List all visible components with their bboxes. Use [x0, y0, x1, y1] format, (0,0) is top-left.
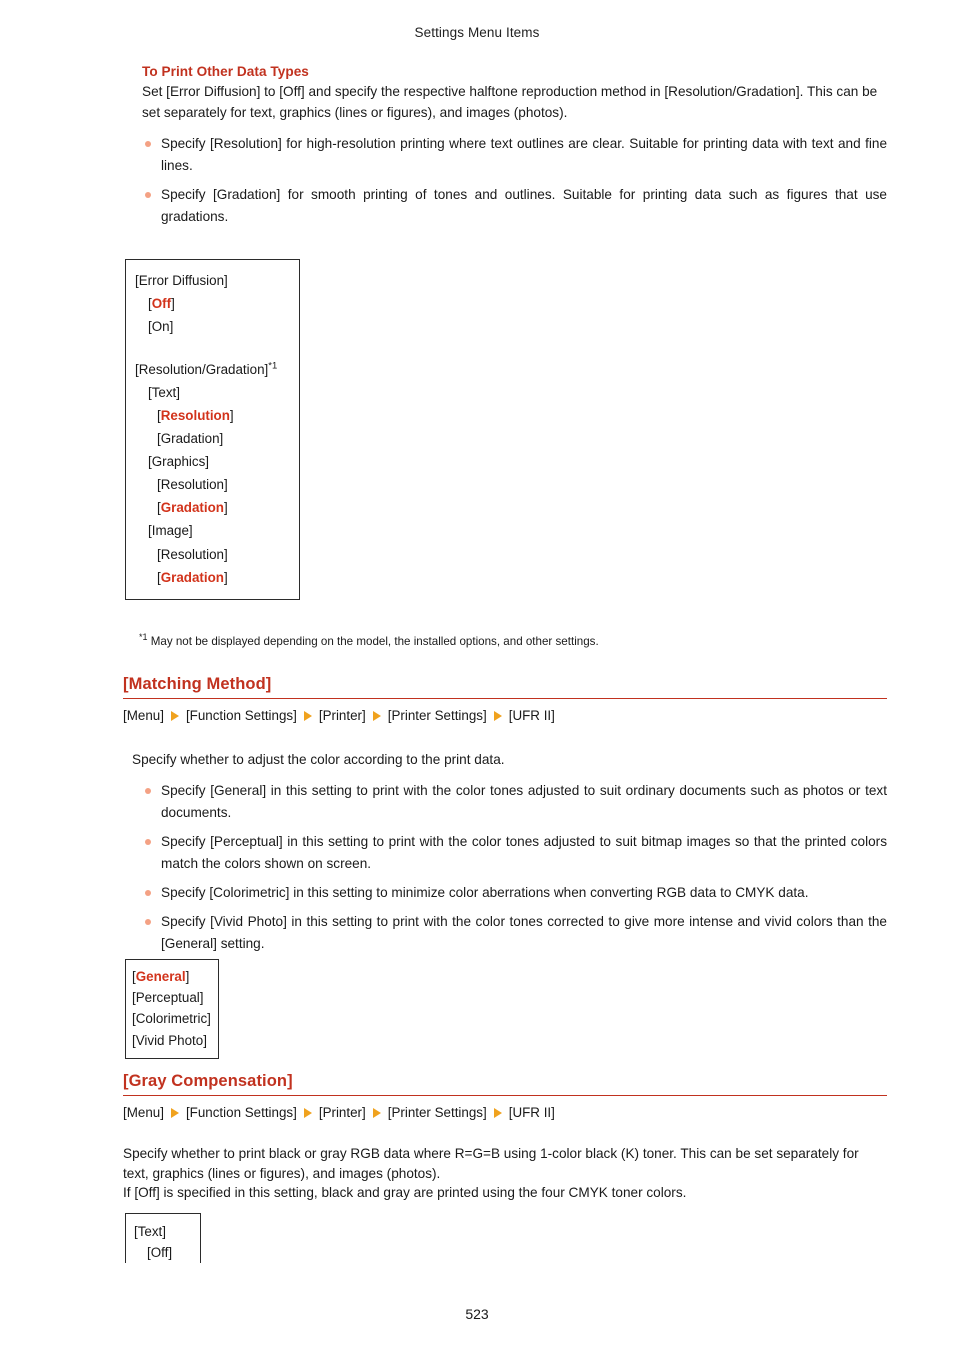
- list-item-text: Specify [Colorimetric] in this setting t…: [161, 884, 809, 900]
- option-box-error-diffusion-wrap: [Error Diffusion] [Off] [On] [Resolution…: [125, 259, 300, 600]
- option-box-matching-method: [General] [Perceptual] [Colorimetric] [V…: [125, 959, 219, 1059]
- list-item: Specify [General] in this setting to pri…: [123, 780, 887, 824]
- list-item: Specify [Vivid Photo] in this setting to…: [123, 911, 887, 955]
- chevron-right-icon: [170, 1108, 179, 1118]
- breadcrumb-item-function-settings[interactable]: [Function Settings]: [186, 708, 297, 723]
- option-line: [Gradation]: [157, 431, 224, 447]
- option-line: [General]: [132, 969, 190, 984]
- breadcrumb-item-printer[interactable]: [Printer]: [319, 1105, 366, 1120]
- breadcrumb-item-function-settings[interactable]: [Function Settings]: [186, 1105, 297, 1120]
- option-line: [Gradation]: [157, 500, 228, 516]
- bullet-dot-icon: [145, 141, 151, 148]
- page-title-matching-method: [Matching Method]: [123, 675, 272, 693]
- section-divider: [123, 698, 887, 699]
- section-print-other-data-types: To Print Other Data Types Set [Error Dif…: [123, 64, 887, 228]
- option-box-error-diffusion: [Error Diffusion] [Off] [On] [Resolution…: [125, 259, 300, 600]
- breadcrumb-item-ufr-ii[interactable]: [UFR II]: [509, 708, 555, 723]
- chevron-right-icon: [493, 711, 502, 721]
- section-divider: [123, 1095, 887, 1096]
- option-line: [Off]: [148, 296, 175, 312]
- option-line: [Error Diffusion]: [135, 273, 228, 288]
- option-line: [Graphics]: [148, 454, 210, 470]
- paragraph-gray-compensation-1: Specify whether to print black or gray R…: [123, 1146, 859, 1181]
- bullet-dot-icon: [145, 192, 151, 199]
- section-gray-compensation: [Gray Compensation] [Menu] [Function Set…: [123, 1072, 887, 1203]
- option-box-gray-compensation: [Text] [Off]: [125, 1213, 201, 1263]
- option-line: [Off]: [147, 1245, 173, 1261]
- list-item: Specify [Colorimetric] in this setting t…: [123, 882, 887, 904]
- option-line: [Image]: [148, 523, 193, 539]
- list-item-text: Specify [Vivid Photo] in this setting to…: [161, 913, 887, 951]
- breadcrumb-item-printer-settings[interactable]: [Printer Settings]: [388, 1105, 487, 1120]
- footnote-marker: *1: [139, 632, 148, 643]
- option-default-value: Gradation: [160, 569, 224, 585]
- chevron-right-icon: [372, 711, 381, 721]
- list-item-text: Specify [Gradation] for smooth printing …: [161, 187, 887, 225]
- chevron-right-icon: [303, 711, 312, 721]
- section-matching-method: [Matching Method] [Menu] [Function Setti…: [123, 675, 887, 955]
- running-header-title: Settings Menu Items: [414, 25, 540, 40]
- bullet-dot-icon: [145, 918, 151, 925]
- option-line: [Gradation]: [157, 569, 228, 585]
- bullet-dot-icon: [145, 838, 151, 845]
- list-item-text: Specify [Resolution] for high-resolution…: [161, 136, 887, 174]
- breadcrumb-item-printer-settings[interactable]: [Printer Settings]: [388, 708, 487, 723]
- list-item: Specify [Gradation] for smooth printing …: [123, 184, 887, 228]
- option-line-spacer: [135, 338, 287, 358]
- breadcrumb-item-printer[interactable]: [Printer]: [319, 708, 366, 723]
- breadcrumb-matching-method: [Menu] [Function Settings] [Printer] [Pr…: [123, 708, 887, 723]
- bullet-dot-icon: [145, 889, 151, 896]
- footnote-text: May not be displayed depending on the mo…: [147, 635, 599, 648]
- list-item: Specify [Resolution] for high-resolution…: [123, 133, 887, 177]
- bullet-list-print-other-data-types: Specify [Resolution] for high-resolution…: [123, 133, 887, 228]
- option-line: [Resolution]: [157, 546, 228, 562]
- footnote-print-other-data-types: *1 May not be displayed depending on the…: [139, 632, 899, 648]
- breadcrumb-item-menu[interactable]: [Menu]: [123, 1105, 164, 1120]
- breadcrumb-gray-compensation: [Menu] [Function Settings] [Printer] [Pr…: [123, 1105, 887, 1120]
- option-line: [Colorimetric]: [132, 1011, 211, 1027]
- option-line: [Resolution]: [157, 408, 234, 424]
- option-line: [Text]: [134, 1224, 166, 1239]
- footnote-marker: *1: [268, 360, 278, 372]
- option-line: [Resolution]: [157, 477, 228, 493]
- option-default-value: Off: [151, 296, 172, 312]
- option-default-value: General: [135, 969, 186, 984]
- option-line: [Resolution/Gradation]*1: [135, 360, 278, 378]
- chevron-right-icon: [493, 1108, 502, 1118]
- option-box-matching-method-wrap: [General] [Perceptual] [Colorimetric] [V…: [125, 959, 219, 1059]
- list-item-text: Specify [General] in this setting to pri…: [161, 782, 887, 820]
- breadcrumb-item-ufr-ii[interactable]: [UFR II]: [509, 1105, 555, 1120]
- option-line: [Vivid Photo]: [132, 1032, 207, 1048]
- list-item: Specify [Perceptual] in this setting to …: [123, 831, 887, 875]
- option-line: [On]: [148, 319, 174, 335]
- document-page: Settings Menu Items To Print Other Data …: [0, 0, 954, 1350]
- option-default-value: Resolution: [160, 408, 230, 424]
- paragraph-gray-compensation-2: If [Off] is specified in this setting, b…: [123, 1185, 687, 1201]
- list-item-text: Specify [Perceptual] in this setting to …: [161, 833, 887, 871]
- intro-paragraph-matching-method: Specify whether to adjust the color acco…: [132, 752, 505, 767]
- chevron-right-icon: [170, 711, 179, 721]
- chevron-right-icon: [372, 1108, 381, 1118]
- bullet-list-matching-method: Specify [General] in this setting to pri…: [123, 780, 887, 955]
- intro-paragraph-print-other-data-types: Set [Error Diffusion] to [Off] and speci…: [142, 84, 878, 120]
- sub-heading-print-other-data-types: To Print Other Data Types: [142, 64, 309, 79]
- breadcrumb-item-menu[interactable]: [Menu]: [123, 708, 164, 723]
- bullet-dot-icon: [145, 787, 151, 794]
- option-line: [Perceptual]: [132, 990, 204, 1006]
- option-box-gray-compensation-wrap: [Text] [Off]: [125, 1213, 201, 1263]
- page-title-gray-compensation: [Gray Compensation]: [123, 1072, 293, 1090]
- page-number: 523: [465, 1306, 489, 1322]
- chevron-right-icon: [303, 1108, 312, 1118]
- option-default-value: Gradation: [160, 500, 224, 516]
- option-line: [Text]: [148, 385, 180, 401]
